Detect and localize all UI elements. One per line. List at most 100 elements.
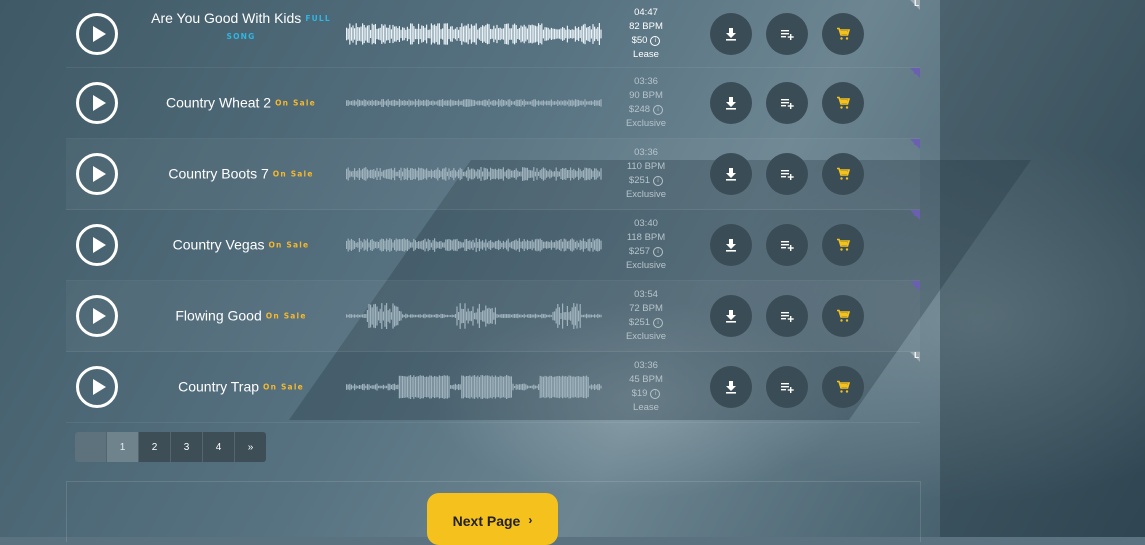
play-icon <box>92 237 106 253</box>
track-meta: 04:47 82 BPM $50 i Lease <box>606 6 686 62</box>
download-button[interactable] <box>710 12 752 55</box>
track-row[interactable]: Country Trap On Sale 03:36 45 BPM $19 i Lease L <box>66 351 920 423</box>
track-title[interactable]: Flowing Good <box>175 307 261 323</box>
add-to-playlist-button[interactable] <box>766 366 808 408</box>
track-meta: 03:54 72 BPM $251 i Exclusive <box>606 288 686 344</box>
add-to-playlist-button[interactable] <box>766 224 808 266</box>
track-title[interactable]: Country Trap <box>178 378 259 394</box>
pagination-page-4[interactable]: 4 <box>203 432 235 462</box>
add-to-cart-button[interactable] <box>822 153 864 195</box>
info-icon[interactable]: i <box>650 35 661 46</box>
track-row[interactable]: Country Wheat 2 On Sale 03:36 90 BPM $248 i Ex… <box>66 67 920 139</box>
track-row[interactable]: Are You Good With Kids FULL SONG 04:47 82 B… <box>66 0 920 68</box>
track-price-line: $251 i <box>606 316 686 330</box>
track-actions <box>710 82 864 124</box>
track-row[interactable]: Country Vegas On Sale 03:40 118 BPM $257 i Exc… <box>66 209 920 281</box>
track-license: Exclusive <box>625 331 667 342</box>
pagination-page-1[interactable]: 1 <box>107 432 139 462</box>
track-actions <box>710 224 864 266</box>
waveform[interactable] <box>346 370 604 404</box>
waveform[interactable] <box>346 17 604 51</box>
license-corner-letter: E <box>913 138 919 147</box>
track-title[interactable]: Country Wheat 2 <box>166 94 271 110</box>
track-bpm: 118 BPM <box>626 232 666 243</box>
track-row[interactable]: Country Boots 7 On Sale 03:36 110 BPM $251 i E… <box>66 138 920 210</box>
track-duration: 03:40 <box>634 218 658 229</box>
track-title-block[interactable]: Country Trap On Sale <box>136 378 346 395</box>
cart-icon <box>837 380 850 393</box>
track-title[interactable]: Are You Good With Kids <box>151 10 301 26</box>
add-to-playlist-button[interactable] <box>766 12 808 55</box>
track-title-block[interactable]: Country Boots 7 On Sale <box>136 165 346 182</box>
license-corner-letter: E <box>913 280 919 289</box>
license-corner-letter: E <box>913 209 919 218</box>
track-title-block[interactable]: Country Wheat 2 On Sale <box>136 94 346 111</box>
next-page-button[interactable]: Next Page › <box>427 493 558 545</box>
waveform[interactable] <box>346 228 604 262</box>
track-tag: On Sale <box>275 98 316 108</box>
track-row[interactable]: Flowing Good On Sale 03:54 72 BPM $251 i Exclu… <box>66 280 920 352</box>
download-icon <box>726 168 736 181</box>
download-button[interactable] <box>710 224 752 266</box>
add-to-cart-button[interactable] <box>822 224 864 266</box>
track-title[interactable]: Country Boots 7 <box>168 165 268 181</box>
add-to-cart-button[interactable] <box>822 82 864 124</box>
info-icon[interactable]: i <box>653 105 664 115</box>
info-icon[interactable]: i <box>653 318 664 328</box>
play-button[interactable] <box>76 12 118 55</box>
track-duration: 03:36 <box>634 76 658 87</box>
track-bpm: 45 BPM <box>629 374 663 385</box>
play-icon <box>92 379 106 395</box>
track-price: $50 <box>631 34 648 46</box>
cart-icon <box>837 27 850 40</box>
waveform[interactable] <box>346 299 604 333</box>
track-title-block[interactable]: Country Vegas On Sale <box>136 236 346 253</box>
download-button[interactable] <box>710 153 752 195</box>
play-icon <box>92 166 106 182</box>
track-price-line: $19 i <box>606 387 686 401</box>
add-to-cart-button[interactable] <box>822 12 864 55</box>
play-button[interactable] <box>76 153 118 195</box>
track-price: $257 <box>628 246 651 257</box>
download-button[interactable] <box>710 366 752 408</box>
playlist-add-icon <box>781 170 794 180</box>
info-icon[interactable]: i <box>653 176 664 186</box>
play-button[interactable] <box>76 82 118 124</box>
track-title-block[interactable]: Are You Good With Kids FULL SONG <box>136 10 346 45</box>
track-duration: 03:54 <box>634 289 658 300</box>
track-duration: 03:36 <box>634 360 658 371</box>
play-button[interactable] <box>76 295 118 337</box>
download-icon <box>726 381 736 394</box>
track-meta: 03:36 90 BPM $248 i Exclusive <box>606 75 686 131</box>
track-bpm: 110 BPM <box>626 161 666 172</box>
cart-icon <box>837 167 850 180</box>
track-price: $251 <box>628 175 651 186</box>
play-button[interactable] <box>76 366 118 408</box>
download-button[interactable] <box>710 295 752 337</box>
pagination-next[interactable]: » <box>235 432 266 462</box>
play-button[interactable] <box>76 224 118 266</box>
download-button[interactable] <box>710 82 752 124</box>
track-title[interactable]: Country Vegas <box>173 236 265 252</box>
add-to-playlist-button[interactable] <box>766 295 808 337</box>
pagination-page-3[interactable]: 3 <box>171 432 203 462</box>
track-license: Exclusive <box>625 260 667 271</box>
track-title-block[interactable]: Flowing Good On Sale <box>136 307 346 324</box>
track-bpm: 82 BPM <box>629 20 663 32</box>
info-icon[interactable]: i <box>650 389 661 399</box>
waveform[interactable] <box>346 157 604 191</box>
info-icon[interactable]: i <box>653 247 664 257</box>
add-to-cart-button[interactable] <box>822 295 864 337</box>
pagination-page-2[interactable]: 2 <box>139 432 171 462</box>
playlist-add-icon <box>781 241 794 251</box>
add-to-cart-button[interactable] <box>822 366 864 408</box>
play-icon <box>92 308 106 324</box>
track-price-line: $251 i <box>606 174 686 188</box>
add-to-playlist-button[interactable] <box>766 82 808 124</box>
add-to-playlist-button[interactable] <box>766 153 808 195</box>
track-price: $248 <box>628 104 651 115</box>
track-price: $19 <box>631 388 648 399</box>
cart-icon <box>837 238 850 251</box>
track-duration: 04:47 <box>634 6 658 18</box>
waveform[interactable] <box>346 86 604 120</box>
